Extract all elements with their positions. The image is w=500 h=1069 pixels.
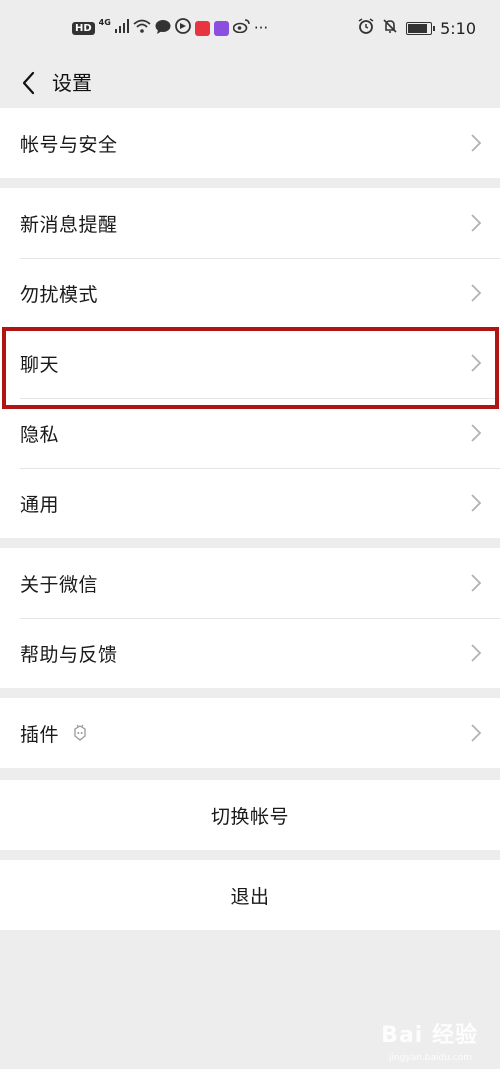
chevron-left-icon: [22, 71, 35, 95]
settings-item-chat[interactable]: 聊天: [0, 328, 500, 398]
browser-icon: [174, 18, 191, 38]
chevron-right-icon: [471, 284, 482, 302]
switch-account-button[interactable]: 切换帐号: [0, 780, 500, 850]
settings-item-label: 新消息提醒: [20, 213, 118, 236]
hd-badge: HD: [72, 21, 95, 35]
signal-icon: [114, 19, 129, 37]
about-group: 关于微信 帮助与反馈: [0, 548, 500, 688]
mute-icon: [382, 18, 398, 38]
settings-item-label: 帮助与反馈: [20, 643, 118, 666]
alarm-icon: [358, 18, 374, 38]
watermark-logo: Bai 经验: [381, 1023, 478, 1048]
logout-button[interactable]: 退出: [0, 860, 500, 930]
logout-label: 退出: [230, 885, 270, 908]
chevron-right-icon: [471, 574, 482, 592]
settings-item-label: 关于微信: [20, 573, 99, 596]
chevron-right-icon: [471, 494, 482, 512]
plugin-icon: [74, 724, 86, 741]
account-group: 帐号与安全: [0, 108, 500, 178]
page-title: 设置: [52, 71, 92, 95]
settings-item-label: 聊天: [20, 353, 60, 376]
settings-item-plugins[interactable]: 插件: [0, 698, 500, 768]
watermark-url: jingyan.baidu.com: [388, 1053, 472, 1063]
chevron-right-icon: [471, 214, 482, 232]
settings-item-label: 隐私: [20, 423, 60, 446]
battery-icon: [406, 21, 436, 35]
chevron-right-icon: [471, 424, 482, 442]
red-app-icon: [194, 20, 210, 36]
settings-item-privacy[interactable]: 隐私: [0, 398, 500, 468]
status-bar-left: HD 4G ···: [72, 18, 268, 38]
status-bar-right: 5:10: [358, 18, 476, 38]
weibo-icon: [232, 19, 250, 37]
nav-bar: 设置: [0, 58, 500, 108]
settings-item-new-message[interactable]: 新消息提醒: [0, 188, 500, 258]
settings-item-about[interactable]: 关于微信: [0, 548, 500, 618]
network-type: 4G: [98, 17, 111, 27]
settings-item-label: 勿扰模式: [20, 283, 99, 306]
chevron-right-icon: [471, 354, 482, 372]
settings-item-do-not-disturb[interactable]: 勿扰模式: [0, 258, 500, 328]
settings-item-general[interactable]: 通用: [0, 468, 500, 538]
video-app-icon: [213, 20, 229, 36]
settings-item-label: 帐号与安全: [20, 133, 118, 156]
settings-item-account-security[interactable]: 帐号与安全: [0, 108, 500, 178]
more-icon: ···: [253, 19, 269, 37]
settings-item-label: 插件: [20, 723, 60, 746]
status-bar: HD 4G ··· 5:10: [0, 0, 500, 58]
settings-item-help-feedback[interactable]: 帮助与反馈: [0, 618, 500, 688]
plugins-group: 插件: [0, 698, 500, 768]
wifi-icon: [133, 19, 151, 37]
clock: 5:10: [440, 18, 476, 38]
chevron-right-icon: [471, 644, 482, 662]
switch-account-label: 切换帐号: [210, 805, 289, 828]
chevron-right-icon: [471, 724, 482, 742]
chevron-right-icon: [471, 134, 482, 152]
general-group: 新消息提醒 勿扰模式 聊天 隐私 通用: [0, 188, 500, 538]
back-button[interactable]: [10, 63, 46, 103]
settings-item-label: 通用: [20, 493, 60, 516]
chat-bubble-icon: [155, 19, 171, 38]
